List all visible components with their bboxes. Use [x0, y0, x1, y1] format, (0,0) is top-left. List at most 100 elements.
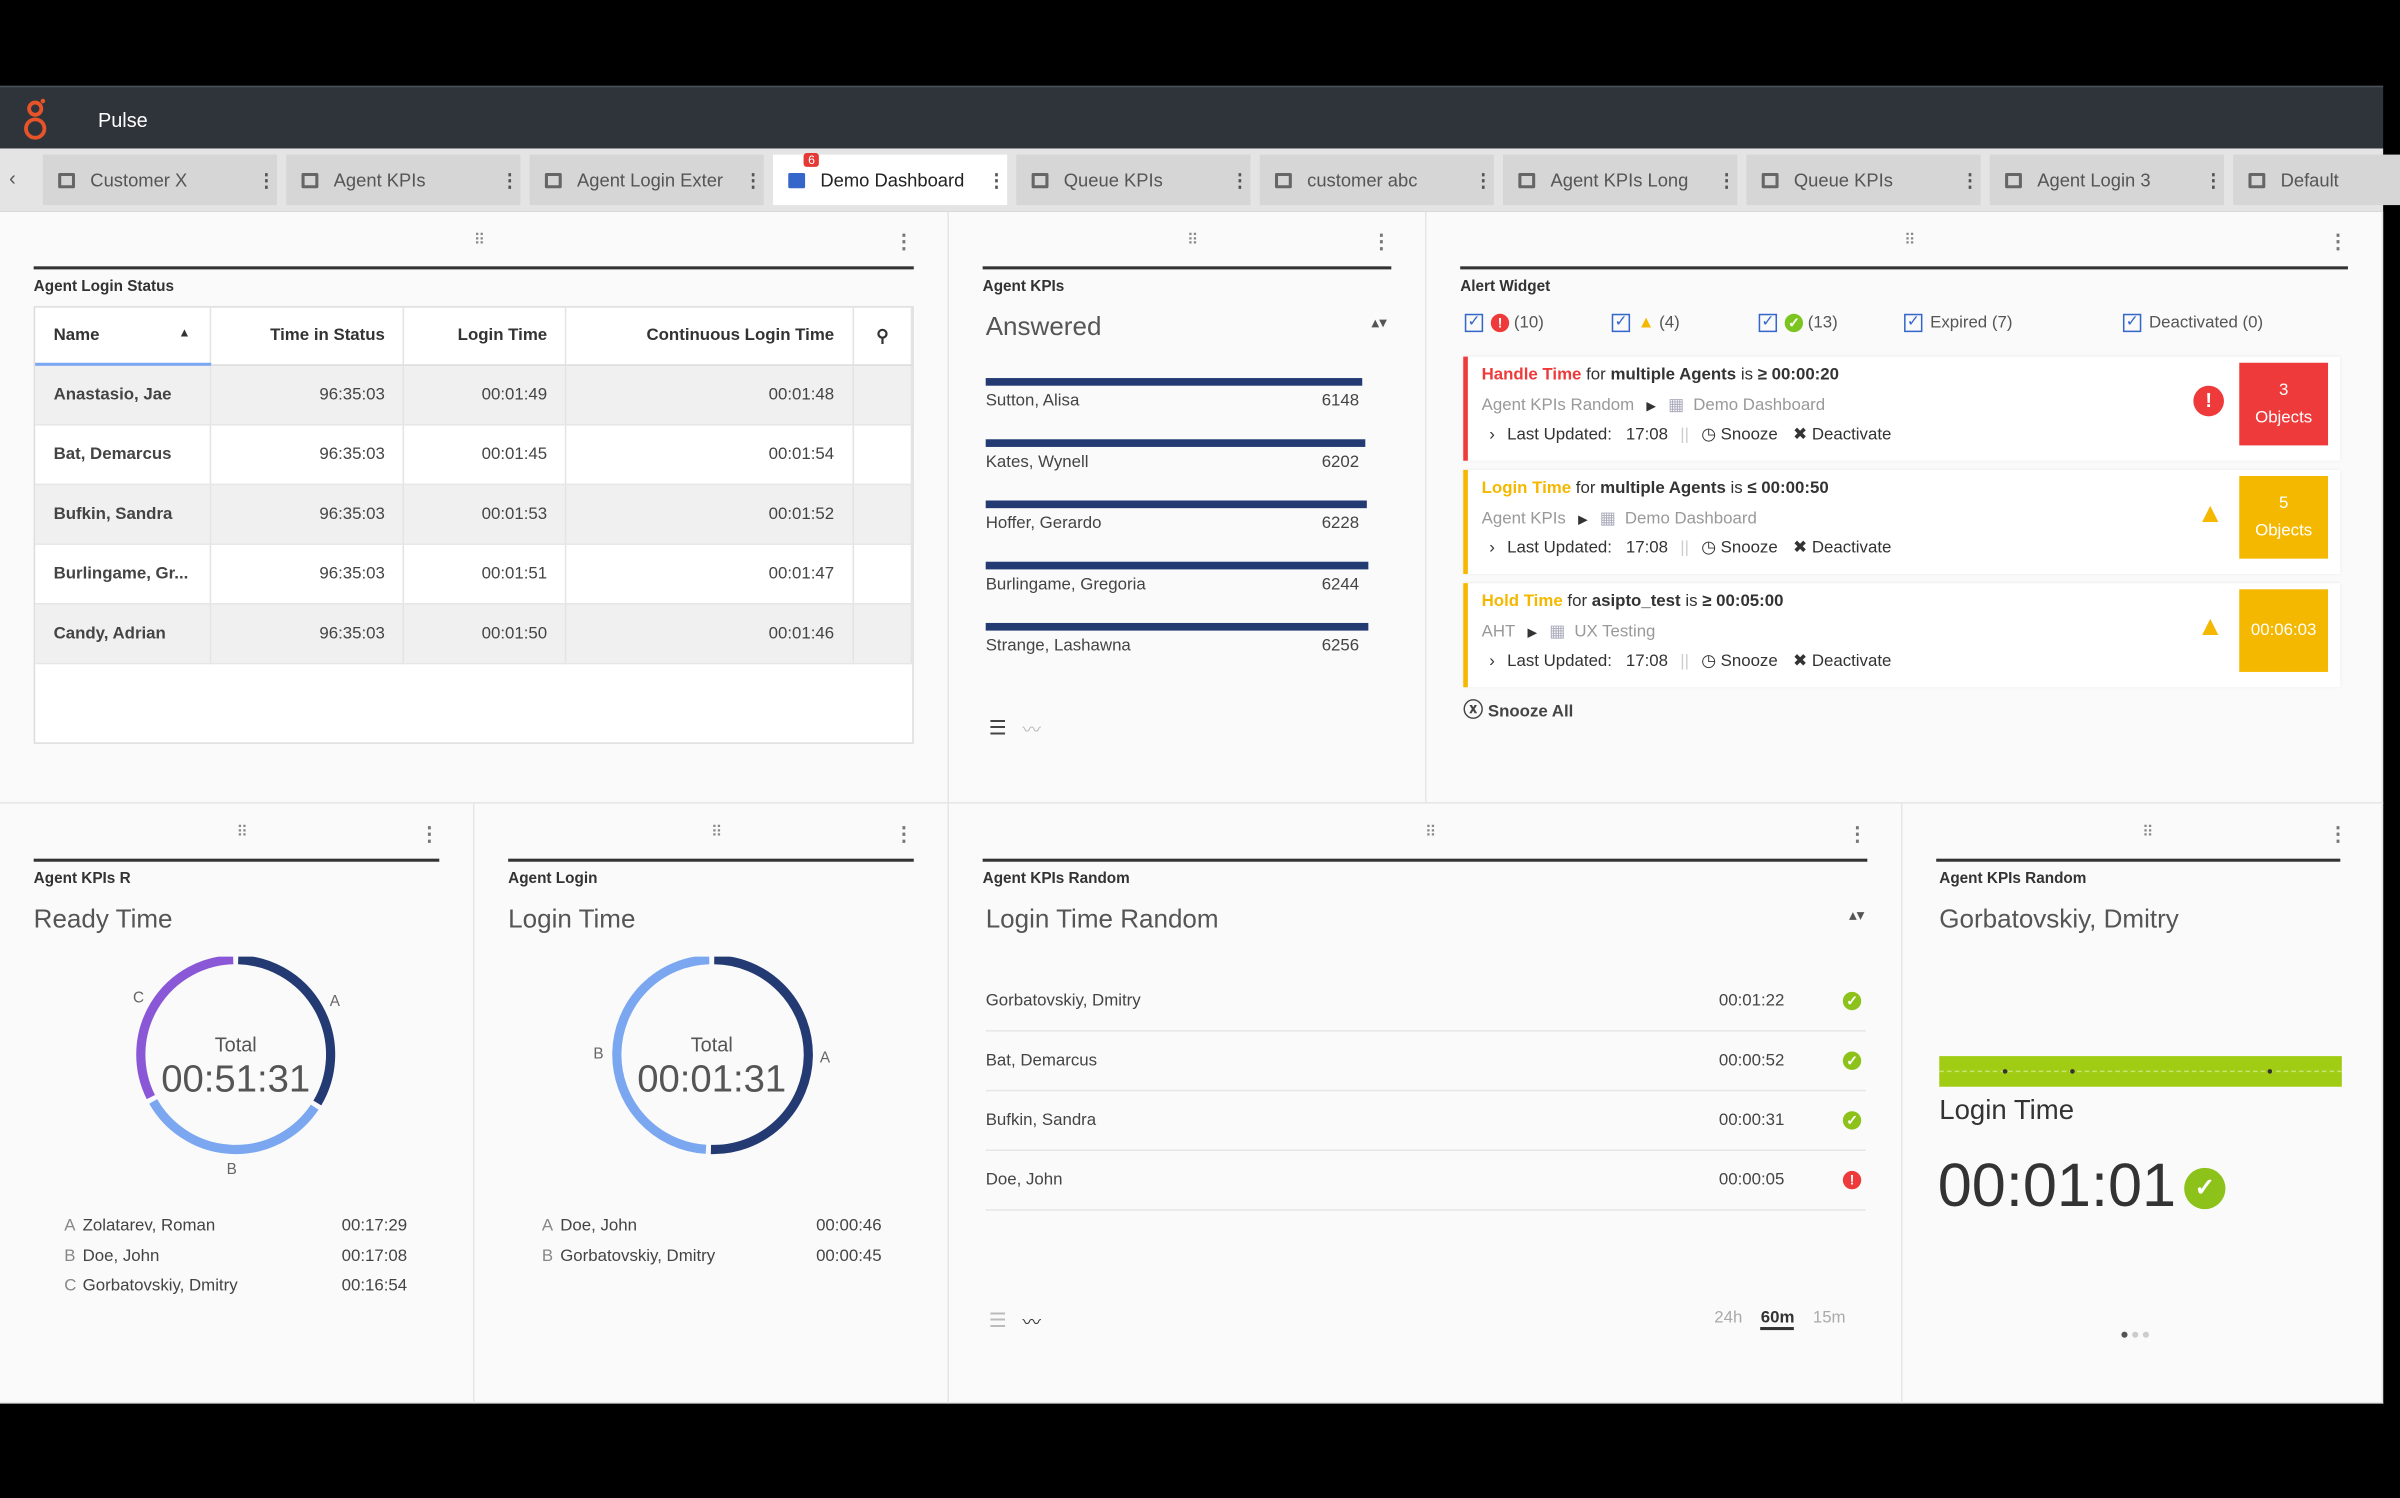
tab-agent-login-exter[interactable]: Agent Login Exter ⋮	[529, 154, 764, 206]
sparkline-row[interactable]: Gorbatovskiy, Dmitry 00:01:22 ✓	[985, 972, 1866, 1032]
drag-handle-icon[interactable]: ⠿	[711, 825, 722, 842]
sparkline-row[interactable]: Bat, Demarcus 00:00:52 ✓	[985, 1032, 1866, 1092]
alert-item[interactable]: Handle Time for multiple Agents is ≥ 00:…	[1463, 356, 2341, 461]
tab-queue-kpis[interactable]: Queue KPIs ⋮	[1016, 154, 1251, 206]
filter-error[interactable]: ✓! (10)	[1464, 313, 1544, 333]
tab-menu-icon[interactable]: ⋮	[1716, 169, 1737, 190]
snooze-button[interactable]: ◷ Snooze	[1701, 652, 1777, 670]
snooze-all-button[interactable]: ⓧ Snooze All	[1463, 693, 1573, 722]
chevron-right-icon[interactable]: ›	[1489, 426, 1495, 444]
source-widget[interactable]: AHT	[1482, 623, 1516, 641]
donut-segment-B[interactable]	[149, 1099, 319, 1155]
drag-handle-icon[interactable]: ⠿	[474, 233, 485, 250]
tab-default[interactable]: Default⋮	[2233, 154, 2400, 206]
column-header[interactable]: Name ▲	[35, 307, 211, 366]
alert-count: 3 Objects	[2255, 377, 2312, 432]
checkbox-icon[interactable]: ✓	[1464, 313, 1484, 333]
range-15m[interactable]: 15m	[1813, 1309, 1846, 1330]
widget-menu-icon[interactable]: ⋮	[1371, 230, 1391, 254]
widget-menu-icon[interactable]: ⋮	[894, 230, 914, 254]
chevron-right-icon[interactable]: ›	[1489, 652, 1495, 670]
deactivate-button[interactable]: ✖ Deactivate	[1793, 426, 1891, 444]
source-dashboard[interactable]: Demo Dashboard	[1693, 396, 1825, 414]
widget-menu-icon[interactable]: ⋮	[894, 822, 914, 846]
column-header[interactable]: Login Time	[404, 307, 568, 366]
chevron-right-icon[interactable]: ›	[1489, 539, 1495, 557]
table-row[interactable]: Burlingame, Gr... 96:35:03 00:01:51 00:01:4…	[35, 543, 913, 604]
source-widget[interactable]: Agent KPIs Random	[1482, 396, 1635, 414]
table-row[interactable]: Anastasio, Jae 96:35:03 00:01:49 00:01:48	[35, 364, 913, 425]
checkbox-icon[interactable]: ✓	[1758, 313, 1778, 333]
drag-handle-icon[interactable]: ⠿	[1187, 233, 1198, 250]
checkbox-icon[interactable]: ✓	[2122, 313, 2142, 333]
legend: A Doe, John 00:00:46 B Gorbatovskiy, Dmitry 0…	[542, 1217, 882, 1277]
pager-dot[interactable]	[2121, 1331, 2128, 1338]
drag-handle-icon[interactable]: ⠿	[2142, 825, 2153, 842]
deactivate-button[interactable]: ✖ Deactivate	[1793, 652, 1891, 670]
tab-menu-icon[interactable]: ⋮	[1959, 169, 1980, 190]
filter-warning[interactable]: ✓ ▲ (4)	[1611, 313, 1680, 333]
drag-handle-icon[interactable]: ⠿	[1904, 233, 1915, 250]
bar-view-icon[interactable]: ☰	[989, 1309, 1007, 1333]
tab-customer-abc[interactable]: customer abc ⋮	[1259, 154, 1494, 206]
tab-queue-kpis[interactable]: Queue KPIs ⋮	[1746, 154, 1981, 206]
widget-menu-icon[interactable]: ⋮	[419, 822, 439, 846]
tab-menu-icon[interactable]: ⋮	[2203, 169, 2224, 190]
tab-agent-kpis[interactable]: Agent KPIs ⋮	[286, 154, 521, 206]
metric-selector[interactable]: Login Time Random	[986, 905, 1219, 936]
filter-deactivated[interactable]: ✓ Deactivated (0)	[2122, 313, 2263, 333]
sparkline-view-icon[interactable]: 〰	[1022, 1309, 1040, 1335]
dashboard-area: ⠿ ⋮ Agent Login Status Name ▲ Time in Statu…	[0, 211, 2384, 1404]
filter-expired[interactable]: ✓ Expired (7)	[1904, 314, 2012, 333]
source-widget[interactable]: Agent KPIs	[1482, 510, 1566, 528]
alert-count-box[interactable]: 5 Objects	[2239, 476, 2329, 559]
tab-customer-x[interactable]: Customer X ⋮	[42, 154, 278, 206]
source-dashboard[interactable]: UX Testing	[1574, 623, 1655, 641]
table-row[interactable]: Bat, Demarcus 96:35:03 00:01:45 00:01:54	[35, 423, 913, 485]
tab-agent-kpis-long[interactable]: Agent KPIs Long ⋮	[1503, 154, 1738, 206]
tab-agent-login-3[interactable]: Agent Login 3 ⋮	[1989, 154, 2224, 206]
source-dashboard[interactable]: Demo Dashboard	[1625, 510, 1757, 528]
login-status-table: Name ▲ Time in Status Login Time Continuous …	[33, 306, 914, 744]
tab-menu-icon[interactable]: ⋮	[499, 169, 520, 190]
deactivate-button[interactable]: ✖ Deactivate	[1793, 539, 1891, 557]
metric-selector[interactable]: Answered	[986, 312, 1102, 343]
pager-dot[interactable]	[2142, 1331, 2149, 1338]
widget-menu-icon[interactable]: ⋮	[2328, 822, 2348, 846]
filter-ok[interactable]: ✓ ✓ (13)	[1758, 313, 1838, 333]
alert-count-box[interactable]: 00:06:03	[2239, 589, 2329, 672]
sparkline-view-icon[interactable]: 〰	[1022, 716, 1040, 742]
tab-menu-icon[interactable]: ⋮	[742, 169, 763, 190]
table-row[interactable]: Candy, Adrian 96:35:03 00:01:50 00:01:46	[35, 603, 913, 664]
bar-view-icon[interactable]: ☰	[989, 716, 1007, 740]
column-header[interactable]: Time in Status	[209, 307, 405, 366]
range-60m[interactable]: 60m	[1760, 1309, 1795, 1331]
tab-menu-icon[interactable]: ⋮	[1229, 169, 1250, 190]
drag-handle-icon[interactable]: ⠿	[236, 825, 247, 842]
column-header[interactable]: Continuous Login Time	[566, 307, 855, 366]
tab-menu-icon[interactable]: ⋮	[986, 169, 1007, 190]
sparkline-row[interactable]: Bufkin, Sandra 00:00:31 ✓	[985, 1091, 1866, 1152]
table-row[interactable]: Bufkin, Sandra 96:35:03 00:01:53 00:01:52	[35, 483, 913, 545]
sparkline-row[interactable]: Doe, John 00:00:05!	[985, 1151, 1866, 1211]
drag-handle-icon[interactable]: ⠿	[1425, 825, 1436, 842]
sort-icon[interactable]: ▴▾	[1849, 908, 1864, 925]
scroll-left-icon[interactable]: ‹	[9, 167, 16, 190]
alert-item[interactable]: Hold Time for asipto_test is ≥ 00:05:00 A…	[1463, 583, 2341, 688]
alert-count-box[interactable]: 3 Objects	[2239, 362, 2329, 446]
tab-menu-icon[interactable]: ⋮	[256, 169, 277, 190]
checkbox-icon[interactable]: ✓	[1611, 313, 1631, 333]
widget-menu-icon[interactable]: ⋮	[1847, 822, 1867, 846]
checkbox-icon[interactable]: ✓	[1904, 313, 1923, 333]
widget-menu-icon[interactable]: ⋮	[2328, 230, 2348, 254]
sort-icon[interactable]: ▴▾	[1371, 315, 1386, 332]
pager-dot[interactable]	[2132, 1331, 2139, 1338]
alert-item[interactable]: Login Time for multiple Agents is ≤ 00:0…	[1463, 469, 2341, 574]
filter-count: (4)	[1659, 313, 1680, 333]
tab-demo-dashboard[interactable]: 6 Demo Dashboard ⋮	[772, 153, 1008, 206]
tab-menu-icon[interactable]: ⋮	[1472, 169, 1493, 190]
range-24h[interactable]: 24h	[1714, 1309, 1742, 1330]
snooze-button[interactable]: ◷ Snooze	[1701, 539, 1777, 557]
snooze-button[interactable]: ◷ Snooze	[1701, 426, 1777, 444]
search-icon[interactable]: ⚲	[853, 307, 913, 366]
